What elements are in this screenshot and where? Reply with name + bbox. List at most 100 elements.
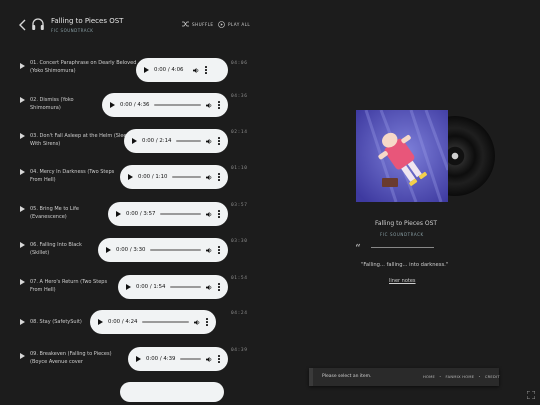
more-options-icon[interactable] [205, 66, 208, 74]
audio-player[interactable]: 0:00 / 1:54 [118, 275, 228, 299]
volume-icon[interactable] [206, 247, 213, 254]
audio-player[interactable]: 0:00 / 4:39 [128, 347, 228, 371]
player-time: 0:00 / 4:36 [120, 102, 150, 108]
quote-mark-icon: “ [355, 242, 361, 255]
track-duration: 04:36 [231, 94, 248, 99]
expand-icon[interactable] [527, 391, 535, 399]
album-cover [356, 110, 448, 202]
breadcrumb-fanmix-home[interactable]: FANMIX HOME [446, 375, 475, 379]
volume-icon[interactable] [206, 102, 213, 109]
audio-player[interactable]: 0:00 / 4:36 [102, 93, 228, 117]
audio-player[interactable]: 0:00 / 4:24 [90, 310, 216, 334]
headphones-icon [31, 17, 45, 31]
breadcrumb-credit[interactable]: CREDIT [485, 375, 500, 379]
play-track-icon[interactable] [20, 353, 25, 359]
play-icon[interactable] [128, 174, 133, 180]
play-track-icon[interactable] [20, 206, 25, 212]
play-all-label: PLAY ALL [228, 22, 251, 27]
header: Falling to Pieces OST FIC SOUNDTRACK SHU… [0, 0, 260, 50]
status-message: Please select an item. [322, 374, 372, 379]
shuffle-button[interactable]: SHUFFLE [182, 21, 213, 27]
seek-bar[interactable] [172, 176, 201, 178]
seek-bar[interactable] [142, 321, 189, 323]
play-icon[interactable] [126, 284, 131, 290]
more-options-icon[interactable] [218, 137, 220, 145]
volume-icon[interactable] [194, 319, 201, 326]
player-time: 0:00 / 4:06 [154, 67, 184, 73]
audio-player[interactable]: 0:00 / 4:06 [136, 58, 228, 82]
seek-bar[interactable] [160, 213, 201, 215]
seek-bar[interactable] [176, 140, 201, 142]
audio-player[interactable]: 0:00 / 3:30 [98, 238, 228, 262]
track-list: 01. Concert Paraphrase on Dearly Beloved… [0, 50, 260, 405]
track-duration: 03:57 [231, 203, 248, 208]
seek-bar[interactable] [150, 249, 201, 251]
more-options-icon[interactable] [206, 318, 208, 326]
play-track-icon[interactable] [20, 319, 25, 325]
play-icon[interactable] [144, 67, 149, 73]
track-duration: 01:54 [231, 276, 248, 281]
play-icon[interactable] [110, 102, 115, 108]
track-duration: 04:39 [231, 348, 248, 353]
volume-icon[interactable] [206, 174, 213, 181]
album-quote: "Falling... falling... into darkness." [361, 262, 449, 268]
play-icon[interactable] [106, 247, 111, 253]
play-track-icon[interactable] [20, 242, 25, 248]
more-options-icon[interactable] [218, 101, 220, 109]
volume-icon[interactable] [206, 284, 213, 291]
track-duration: 04:06 [231, 61, 248, 66]
more-options-icon[interactable] [218, 246, 220, 254]
seek-bar[interactable] [180, 358, 201, 360]
seek-bar[interactable] [154, 104, 201, 106]
page-title: Falling to Pieces OST [51, 17, 124, 25]
album-title: Falling to Pieces OST [375, 220, 438, 227]
play-track-icon[interactable] [20, 97, 25, 103]
track-row[interactable]: 02. Dismiss (Yoko Shimomura) 0:00 / 4:36… [0, 90, 260, 122]
track-row[interactable]: 09. Breakeven (Falling to Pieces) (Boyce… [0, 346, 260, 378]
track-row[interactable]: 01. Concert Paraphrase on Dearly Beloved… [0, 53, 260, 85]
track-duration: 02:14 [231, 130, 248, 135]
play-track-icon[interactable] [20, 169, 25, 175]
volume-icon[interactable] [206, 211, 213, 218]
more-options-icon[interactable] [218, 173, 220, 181]
track-row[interactable]: 05. Bring Me to Life (Evanescence) 0:00 … [0, 199, 260, 231]
play-icon[interactable] [98, 319, 103, 325]
track-name: 07. A Hero's Return (Two Steps From Hell… [30, 279, 108, 293]
track-row[interactable]: 07. A Hero's Return (Two Steps From Hell… [0, 272, 260, 304]
play-track-icon[interactable] [20, 133, 25, 139]
track-row[interactable]: 04. Mercy In Darkness (Two Steps From He… [0, 162, 260, 194]
player-time: 0:00 / 2:14 [142, 138, 172, 144]
breadcrumb-home[interactable]: HOME [423, 375, 435, 379]
track-row[interactable]: 08. Stay (SafetySuit) 0:00 / 4:24 04:24 [0, 309, 260, 341]
play-all-button[interactable]: PLAY ALL [218, 21, 250, 28]
audio-player[interactable] [120, 382, 224, 402]
player-time: 0:00 / 4:24 [108, 319, 138, 325]
player-time: 0:00 / 1:54 [136, 284, 166, 290]
audio-player[interactable]: 0:00 / 3:57 [108, 202, 228, 226]
track-name: 02. Dismiss (Yoko Shimomura) [30, 97, 74, 111]
more-options-icon[interactable] [218, 210, 220, 218]
status-accent [309, 368, 313, 386]
play-icon[interactable] [116, 211, 121, 217]
divider [371, 247, 434, 248]
chevron-left-icon[interactable] [18, 19, 28, 31]
play-track-icon[interactable] [20, 279, 25, 285]
more-options-icon[interactable] [218, 355, 220, 363]
track-name: 06. Falling Into Black (Skillet) [30, 242, 82, 256]
track-duration: 03:30 [231, 239, 248, 244]
track-row[interactable]: 06. Falling Into Black (Skillet) 0:00 / … [0, 235, 260, 267]
audio-player[interactable]: 0:00 / 1:10 [120, 165, 228, 189]
seek-bar[interactable] [170, 286, 201, 288]
play-icon[interactable] [136, 356, 141, 362]
more-options-icon[interactable] [218, 283, 220, 291]
play-track-icon[interactable] [20, 63, 25, 69]
volume-icon[interactable] [193, 67, 200, 74]
volume-icon[interactable] [206, 138, 213, 145]
shuffle-label: SHUFFLE [192, 21, 214, 27]
audio-player[interactable]: 0:00 / 2:14 [124, 129, 228, 153]
play-icon[interactable] [132, 138, 137, 144]
track-row[interactable]: 03. Don't Fall Asleep at the Helm (Sleep… [0, 126, 260, 158]
volume-icon[interactable] [206, 356, 213, 363]
liner-notes-link[interactable]: liner notes [389, 278, 416, 284]
track-name: 04. Mercy In Darkness (Two Steps From He… [30, 169, 115, 183]
